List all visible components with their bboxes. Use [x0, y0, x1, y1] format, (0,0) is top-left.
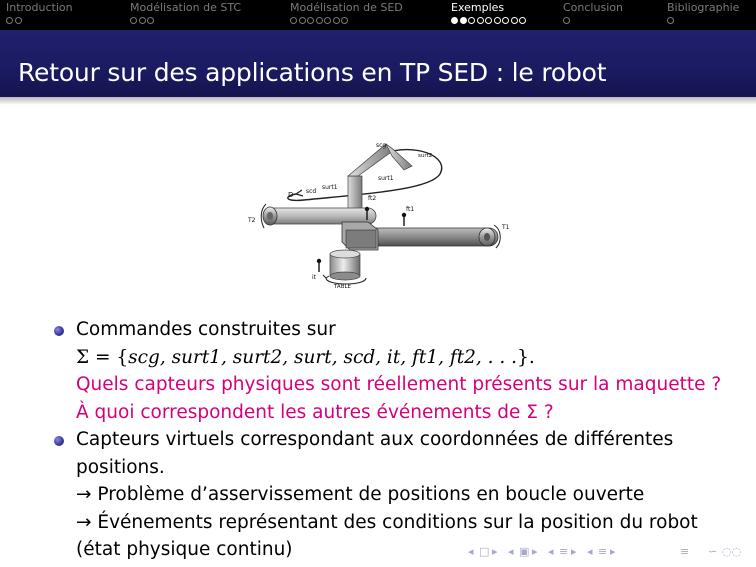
frame-title-bar: Retour sur des applications en TP SED : …	[0, 30, 756, 97]
nav-next-frame-icon[interactable]: ▸	[532, 545, 538, 558]
label-table: TABLE	[333, 284, 352, 290]
frame-dot[interactable]	[493, 16, 501, 24]
nav-prev-section-icon[interactable]: ◂	[587, 545, 593, 558]
frame-dot[interactable]	[459, 16, 467, 24]
section-navigation-bar: Introduction Modélisation de STC Modélis…	[0, 0, 756, 30]
frame-dot[interactable]	[307, 16, 314, 24]
nav-section-title[interactable]: Modélisation de STC	[130, 2, 241, 14]
nav-frame-dots	[130, 15, 241, 25]
frame-dot[interactable]	[298, 16, 306, 24]
bullet-icon	[54, 326, 64, 336]
title-shadow	[0, 97, 756, 105]
nav-frame-icon[interactable]: ▣	[519, 545, 529, 558]
slide-title: Retour sur des applications en TP SED : …	[18, 58, 607, 87]
list-item: Capteurs virtuels correspondant aux coor…	[52, 426, 742, 564]
robot-diagram: scg surt2 surt1 surt1 scd D ft2 ft1 T2 T…	[247, 142, 510, 290]
label-t1: T1	[501, 224, 510, 231]
frame-dot[interactable]	[468, 16, 475, 24]
nav-section-conclusion[interactable]: Conclusion	[563, 2, 623, 25]
label-surt1-left: surt1	[322, 184, 338, 191]
label-it: it	[312, 274, 317, 281]
nav-prev-subsection-icon[interactable]: ◂	[548, 545, 554, 558]
nav-frame-dots	[290, 15, 403, 25]
nav-frame-dots	[451, 15, 528, 25]
bullet-icon	[54, 436, 64, 446]
item-text: Commandes construites sur	[76, 319, 336, 340]
nav-prev-frame-icon[interactable]: ◂	[508, 545, 514, 558]
beam-t1	[361, 227, 499, 247]
nav-slide-icon[interactable]: □	[479, 545, 489, 558]
nav-section-introduction[interactable]: Introduction	[6, 2, 73, 25]
frame-dot[interactable]	[451, 16, 458, 24]
label-surt2: surt2	[418, 153, 432, 159]
nav-section-title[interactable]: Bibliographie	[667, 2, 739, 14]
label-scd: scd	[306, 188, 316, 195]
list-item: Commandes construites sur Σ = {scg, surt…	[52, 316, 742, 426]
alert-question-2: À quoi correspondent les autres événemen…	[76, 401, 554, 423]
label-scg: scg	[376, 142, 386, 149]
beamer-navigation-symbols: ◂ □ ▸ ◂ ▣ ▸ ◂ ≡ ▸ ◂ ≡ ▸ ≡ ∽ ◌◌	[468, 545, 748, 561]
nav-frame-dots	[563, 15, 623, 25]
set-suffix: }.	[517, 346, 535, 368]
nav-next-section-icon[interactable]: ▸	[610, 545, 616, 558]
robot-arm-upper	[347, 143, 395, 177]
frame-dot[interactable]	[510, 16, 518, 24]
item-text: → Problème d’asservissement de positions…	[76, 484, 645, 505]
label-d: D	[288, 191, 293, 199]
alert-question-1: Quels capteurs physiques sont réellement…	[76, 374, 722, 395]
label-t2: T2	[247, 217, 256, 224]
nav-back-forward-icon[interactable]: ◌◌	[722, 545, 741, 558]
nav-subsection-icon[interactable]: ≡	[559, 545, 568, 558]
frame-dot[interactable]	[324, 16, 331, 24]
label-surt1-top: surt1	[378, 175, 394, 182]
nav-section-bibliographie[interactable]: Bibliographie	[667, 2, 739, 25]
frame-dot[interactable]	[667, 16, 674, 24]
frame-dot[interactable]	[14, 16, 22, 24]
nav-search-icon[interactable]: ∽	[708, 545, 717, 558]
nav-frame-dots	[667, 15, 739, 25]
nav-section-exemples[interactable]: Exemples	[451, 2, 528, 25]
frame-dot[interactable]	[6, 16, 13, 24]
nav-frame-dots	[6, 15, 73, 25]
frame-dot[interactable]	[476, 16, 484, 24]
slide-body: Commandes construites sur Σ = {scg, surt…	[52, 316, 742, 564]
frame-dot[interactable]	[147, 16, 154, 24]
nav-prev-slide-icon[interactable]: ◂	[468, 545, 474, 558]
sigma-definition: Σ = {scg, surt1, surt2, surt, scd, it, f…	[76, 344, 742, 372]
nav-section-icon[interactable]: ≡	[598, 545, 607, 558]
frame-dot[interactable]	[315, 16, 323, 24]
label-ft1: ft1	[406, 206, 414, 213]
frame-dot[interactable]	[485, 16, 492, 24]
nav-section-title[interactable]: Conclusion	[563, 2, 623, 14]
robot-arm-fork	[385, 143, 413, 171]
nav-next-slide-icon[interactable]: ▸	[492, 545, 498, 558]
item-text: → Événements représentant des conditions…	[76, 511, 698, 533]
frame-dot[interactable]	[290, 16, 297, 24]
item-text: Capteurs virtuels correspondant aux coor…	[76, 429, 674, 450]
nav-section-title[interactable]: Exemples	[451, 2, 528, 14]
frame-dot[interactable]	[563, 16, 570, 24]
frame-dot[interactable]	[519, 16, 526, 24]
frame-dot[interactable]	[502, 16, 509, 24]
set-prefix: Σ = {	[76, 346, 129, 368]
nav-section-title[interactable]: Introduction	[6, 2, 73, 14]
label-ft2: ft2	[368, 195, 376, 202]
nav-align-icon[interactable]: ≡	[680, 545, 689, 558]
nav-section-title[interactable]: Modélisation de SED	[290, 2, 403, 14]
item-text: positions.	[76, 456, 165, 478]
frame-dot[interactable]	[138, 16, 146, 24]
frame-dot[interactable]	[341, 16, 348, 24]
frame-dot[interactable]	[130, 16, 137, 24]
nav-next-subsection-icon[interactable]: ▸	[571, 545, 577, 558]
set-elements: scg, surt1, surt2, surt, scd, it, ft1, f…	[128, 346, 518, 368]
nav-section-modelisation-sed[interactable]: Modélisation de SED	[290, 2, 403, 25]
nav-section-modelisation-stc[interactable]: Modélisation de STC	[130, 2, 241, 25]
frame-dot[interactable]	[332, 16, 340, 24]
